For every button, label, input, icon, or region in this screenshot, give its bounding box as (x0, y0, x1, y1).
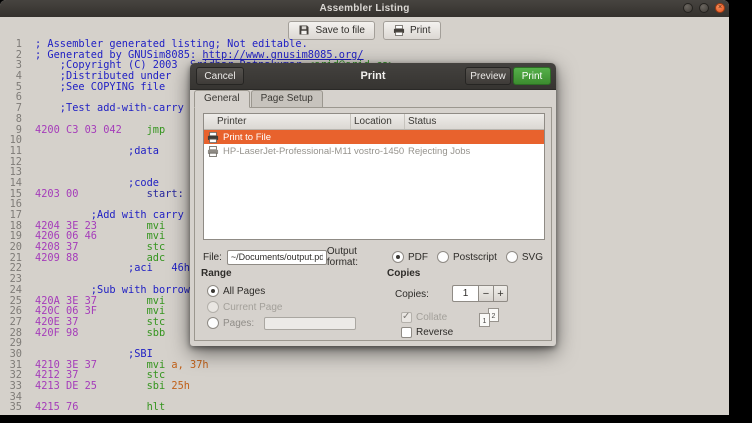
range-options: All Pages Current Page Pages: (207, 285, 357, 330)
range-option-label: Current Page (223, 301, 283, 313)
range-option-pages[interactable]: Pages: (207, 316, 357, 330)
save-button-label: Save to file (315, 24, 365, 36)
copies-heading: Copies (387, 268, 421, 279)
range-option-label: All Pages (223, 285, 266, 297)
reverse-checkbox[interactable] (401, 326, 412, 338)
print-button-label: Print (409, 24, 431, 36)
pages-entry[interactable] (264, 316, 357, 330)
format-label: SVG (521, 251, 543, 263)
print-dialog: Cancel Print Preview Print General Page S… (190, 63, 556, 346)
output-format-options: PDF Postscript SVG (391, 251, 543, 263)
printer-name: HP-LaserJet-Professional-M1136-MFP (223, 145, 351, 157)
range-heading: Range (201, 268, 232, 279)
line-code: 420F 98 sbb (35, 326, 166, 339)
copies-spinner: − + (452, 285, 508, 302)
format-option-postscript[interactable]: Postscript (436, 251, 497, 263)
collate-page-1: 1 (479, 313, 490, 327)
line-number: 27 (9, 315, 22, 328)
output-format-label: Output format: (326, 246, 359, 268)
line-number: 11 (9, 144, 22, 157)
cancel-button[interactable]: Cancel (196, 67, 244, 85)
dialog-tabs: General Page Setup (194, 90, 324, 108)
window-controls: × (683, 3, 725, 13)
copies-input[interactable] (452, 285, 478, 302)
copies-increase-button[interactable]: + (493, 285, 508, 302)
collate-option[interactable]: Collate (401, 311, 447, 323)
printer-icon (207, 131, 219, 143)
format-option-svg[interactable]: SVG (505, 251, 543, 263)
radio-icon (207, 301, 219, 313)
copies-label: Copies: (395, 289, 429, 300)
file-row: File: Output format: PDF Postscript SVG (203, 246, 543, 268)
radio-icon (207, 317, 219, 329)
column-header-printer: Printer (204, 114, 351, 129)
printer-row[interactable]: Print to File (204, 130, 544, 144)
format-label: Postscript (452, 251, 497, 263)
printer-list: Printer Location Status Print to File HP-La… (203, 113, 545, 240)
printer-row[interactable]: HP-LaserJet-Professional-M1136-MFPvostro… (204, 144, 544, 158)
collate-checkbox[interactable] (401, 311, 412, 323)
line-code: ;See COPYING file (35, 80, 166, 93)
line-code: 4203 00 start: nop (35, 187, 209, 200)
line-number: 24 (9, 283, 22, 296)
tab-general[interactable]: General (194, 90, 250, 108)
notebook-frame: Printer Location Status Print to File HP-La… (194, 107, 552, 341)
line-code: 4215 76 hlt (35, 401, 166, 414)
range-option-all-pages[interactable]: All Pages (207, 285, 356, 297)
save-to-file-button[interactable]: Save to file (288, 20, 375, 40)
reverse-label: Reverse (416, 326, 454, 338)
window-title: Assembler Listing (319, 3, 410, 14)
tab-page-setup[interactable]: Page Setup (250, 90, 323, 108)
radio-icon (207, 285, 219, 297)
reverse-option[interactable]: Reverse (401, 326, 453, 338)
range-option-current-page[interactable]: Current Page (207, 301, 356, 313)
column-header-status: Status (408, 116, 437, 127)
format-option-pdf[interactable]: PDF (391, 251, 428, 263)
window-titlebar[interactable]: Assembler Listing × (0, 0, 729, 17)
listing-line: 33 4213 DE 25 sbi 25h (0, 381, 729, 392)
collate-label: Collate (416, 311, 448, 323)
line-code: ;Test add-with-carry (35, 102, 184, 115)
printer-location: vostro-1450 (354, 145, 405, 157)
print-dialog-title: Print (360, 70, 386, 82)
listing-line: 35 4215 76 hlt (0, 402, 729, 413)
save-icon (298, 24, 310, 36)
printer-name: Print to File (223, 131, 272, 143)
file-label: File: (203, 251, 222, 263)
close-button[interactable]: × (715, 3, 725, 13)
printer-icon (207, 145, 219, 157)
print-button[interactable]: Print (382, 20, 441, 40)
line-code: 4213 DE 25 sbi 25h (35, 380, 191, 392)
print-dialog-header[interactable]: Cancel Print Preview Print (190, 63, 556, 90)
print-confirm-button[interactable]: Print (513, 67, 551, 85)
line-number: 35 (9, 401, 22, 414)
radio-icon (391, 251, 404, 263)
line-code: 4200 C3 03 042 jmp (35, 123, 166, 136)
printer-status: Rejecting Jobs (408, 145, 471, 157)
printer-list-body: Print to File HP-LaserJet-Professional-M1… (204, 130, 544, 158)
radio-icon (436, 251, 449, 263)
collate-pages-icon: 2 1 (479, 308, 503, 332)
copies-decrease-button[interactable]: − (478, 285, 493, 302)
range-option-label: Pages: (223, 317, 255, 329)
printer-list-header: Printer Location Status (204, 114, 544, 130)
line-code: ;data (35, 144, 159, 157)
line-number: 8 (15, 112, 22, 125)
toolbar: Save to file Print (0, 17, 729, 41)
file-entry[interactable] (226, 249, 327, 265)
minimize-button[interactable] (683, 3, 693, 13)
preview-button[interactable]: Preview (465, 67, 511, 85)
maximize-button[interactable] (699, 3, 709, 13)
radio-icon (505, 251, 518, 263)
format-label: PDF (407, 251, 428, 263)
column-header-location: Location (351, 114, 405, 129)
line-code: ;aci 46h (35, 262, 190, 275)
print-icon (393, 24, 405, 36)
